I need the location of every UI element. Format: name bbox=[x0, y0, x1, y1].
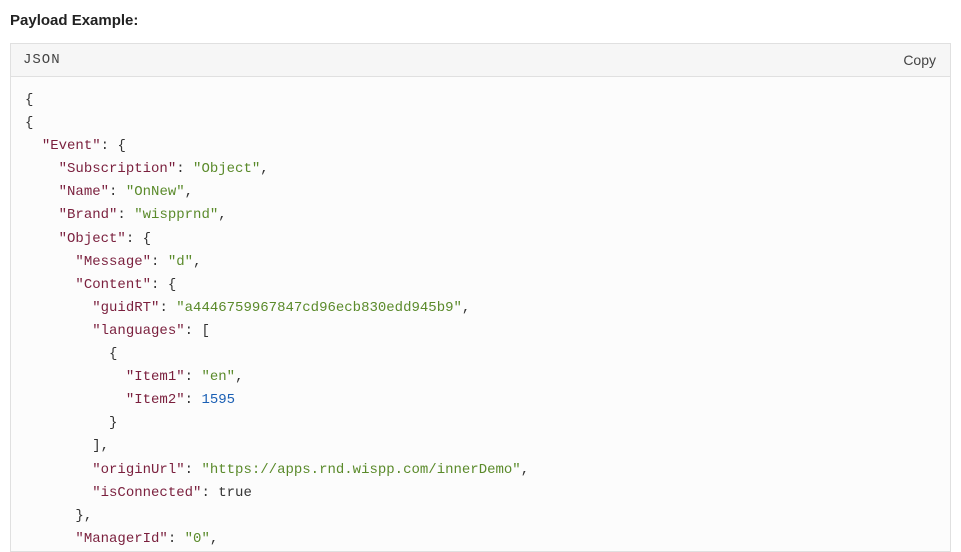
json-key: "Message" bbox=[75, 254, 151, 270]
json-key: "Item1" bbox=[126, 369, 185, 385]
json-key: "Name" bbox=[59, 184, 109, 200]
json-key: "Event" bbox=[42, 138, 101, 154]
json-string: "https://apps.rnd.wispp.com/innerDemo" bbox=[201, 462, 520, 478]
json-key: "Item2" bbox=[126, 392, 185, 408]
json-boolean: true bbox=[218, 485, 252, 501]
json-key: "isConnected" bbox=[92, 485, 201, 501]
code-block-body: { { "Event": { "Subscription": "Object",… bbox=[11, 77, 950, 551]
code-lang-label: JSON bbox=[23, 52, 61, 68]
code-block-header: JSON Copy bbox=[11, 44, 950, 77]
json-key: "originUrl" bbox=[92, 462, 184, 478]
json-string: "en" bbox=[201, 369, 235, 385]
json-key: "Subscription" bbox=[59, 161, 177, 177]
brace-open: { bbox=[25, 115, 33, 131]
json-string: "a4446759967847cd96ecb830edd945b9" bbox=[176, 300, 462, 316]
json-key: "ManagerId" bbox=[75, 531, 167, 547]
copy-button[interactable]: Copy bbox=[903, 52, 936, 68]
json-string: "d" bbox=[168, 254, 193, 270]
code-block: JSON Copy { { "Event": { "Subscription":… bbox=[10, 43, 951, 552]
json-string: "wispprnd" bbox=[134, 207, 218, 223]
json-key: "Brand" bbox=[59, 207, 118, 223]
json-string: "OnNew" bbox=[126, 184, 185, 200]
json-string: "0" bbox=[185, 531, 210, 547]
json-number: 1595 bbox=[201, 392, 235, 408]
json-key: "Object" bbox=[59, 231, 126, 247]
section-heading: Payload Example: bbox=[10, 12, 951, 29]
json-string: "Object" bbox=[193, 161, 260, 177]
json-key: "guidRT" bbox=[92, 300, 159, 316]
json-key: "Content" bbox=[75, 277, 151, 293]
brace-open: { bbox=[25, 92, 33, 108]
json-key: "languages" bbox=[92, 323, 184, 339]
